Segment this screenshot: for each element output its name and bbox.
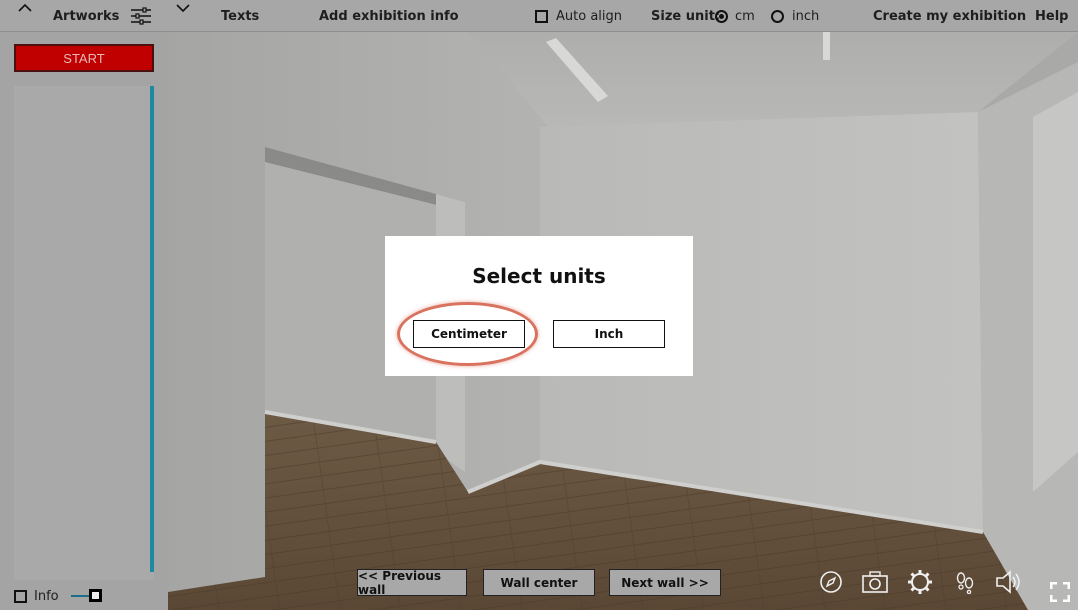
settings-gear-icon[interactable] <box>906 568 934 596</box>
help-button[interactable]: Help <box>1035 0 1068 32</box>
auto-align-checkbox[interactable]: Auto align <box>535 0 622 32</box>
unit-inch-radio[interactable]: inch <box>771 0 819 32</box>
centimeter-button[interactable]: Centimeter <box>413 320 525 348</box>
filter-sliders-icon[interactable] <box>130 0 152 32</box>
artworks-tab[interactable]: Artworks <box>53 0 119 32</box>
list-scrollbar[interactable] <box>150 86 154 572</box>
camera-icon[interactable] <box>861 568 889 596</box>
artwork-list <box>14 86 154 580</box>
create-exhibition-button[interactable]: Create my exhibition <box>873 0 1026 32</box>
unit-cm-radio[interactable]: cm <box>715 0 755 32</box>
radio-unselected-icon[interactable] <box>771 9 784 23</box>
toggle-knob[interactable] <box>88 589 102 602</box>
top-toolbar: Artworks Texts Add exhibition info Auto … <box>0 0 1078 32</box>
footsteps-icon[interactable] <box>951 568 979 596</box>
next-wall-button[interactable]: Next wall >> <box>609 569 721 596</box>
info-row: Info <box>14 588 103 604</box>
previous-wall-button[interactable]: << Previous wall <box>357 569 467 597</box>
toggle-track <box>70 595 91 597</box>
size-unit-label: Size unit: <box>651 8 721 24</box>
artworks-sidebar: START Info <box>0 32 168 610</box>
info-toggle[interactable] <box>70 588 103 604</box>
auto-align-label: Auto align <box>556 8 622 24</box>
radio-selected-icon[interactable] <box>715 9 728 23</box>
chevron-up-icon[interactable] <box>17 0 33 16</box>
info-checkbox[interactable] <box>14 589 27 603</box>
unit-cm-label: cm <box>735 8 755 24</box>
select-units-dialog: Select units Centimeter Inch <box>385 236 693 376</box>
fullscreen-icon[interactable] <box>1046 578 1074 606</box>
checkbox-box[interactable] <box>535 9 548 23</box>
unit-inch-label: inch <box>792 8 820 24</box>
add-exhibition-info-button[interactable]: Add exhibition info <box>319 0 459 32</box>
start-button[interactable]: START <box>14 44 154 72</box>
texts-tab[interactable]: Texts <box>221 0 259 32</box>
chevron-down-icon[interactable] <box>175 0 191 16</box>
speaker-icon[interactable] <box>995 568 1023 596</box>
compass-icon[interactable] <box>817 568 845 596</box>
inch-button[interactable]: Inch <box>553 320 665 348</box>
dialog-title: Select units <box>472 264 606 288</box>
wall-center-button[interactable]: Wall center <box>483 569 595 596</box>
info-label: Info <box>34 588 59 604</box>
